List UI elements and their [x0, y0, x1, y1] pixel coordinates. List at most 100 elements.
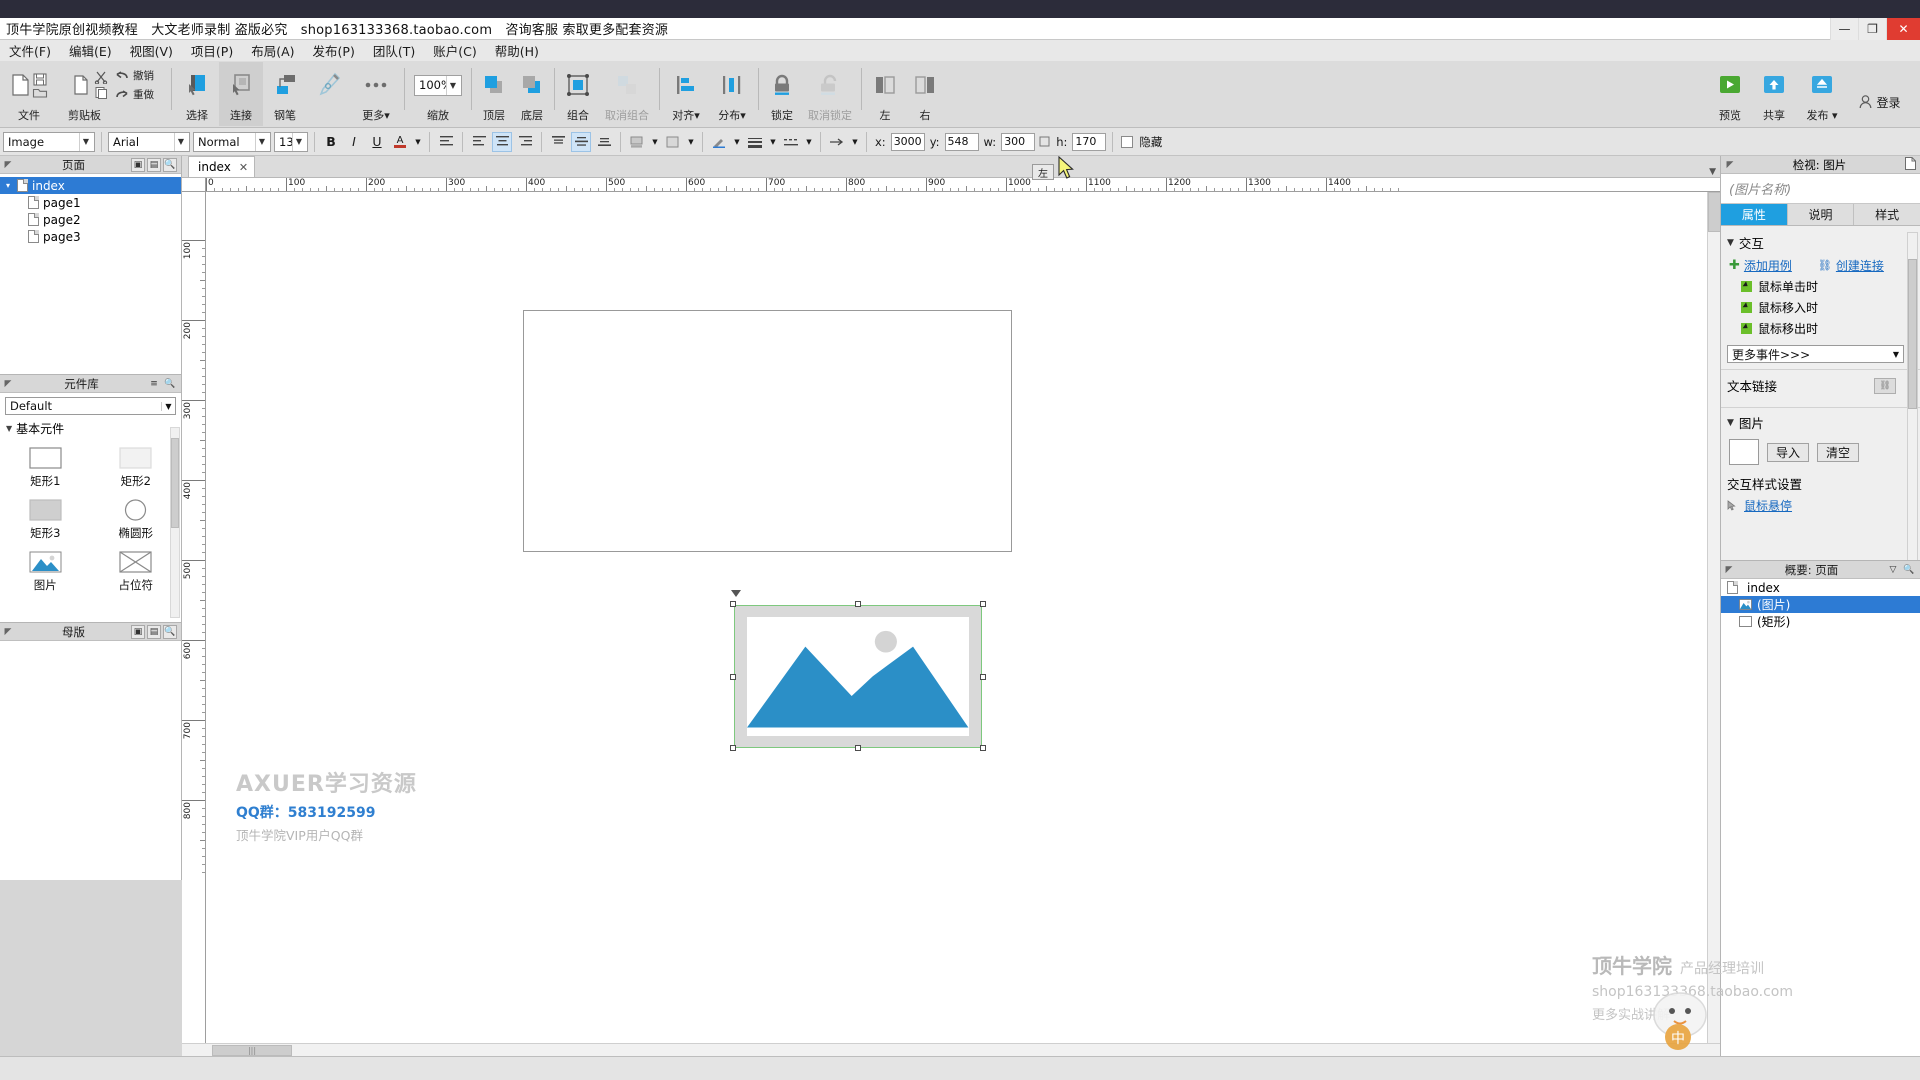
toolbar-zoom-group[interactable]: 100% ▼ 缩放: [408, 62, 468, 126]
line-style-dropdown[interactable]: ▼: [804, 132, 814, 152]
resize-handle-s[interactable]: [855, 745, 861, 751]
font-style-select[interactable]: Normal ▼: [193, 132, 271, 152]
toolbar-group-group[interactable]: 组合: [558, 62, 598, 126]
create-link-link[interactable]: 创建连接: [1836, 257, 1884, 274]
toolbar-more-label[interactable]: 更多▾: [362, 108, 390, 124]
toolbar-login-group[interactable]: 登录: [1848, 62, 1912, 126]
line-width-dropdown[interactable]: ▼: [768, 132, 778, 152]
canvas-image-widget-selection[interactable]: [734, 605, 982, 748]
close-button[interactable]: ✕: [1886, 18, 1920, 40]
tab-notes[interactable]: 说明: [1788, 204, 1855, 225]
h-input[interactable]: 170: [1072, 133, 1106, 151]
panel-collapse-icon[interactable]: ◤: [1721, 160, 1739, 170]
toolbar-file-group[interactable]: 文件: [0, 62, 58, 126]
share-upload-icon[interactable]: [1760, 72, 1788, 98]
add-case-link[interactable]: 添加用例: [1744, 257, 1792, 274]
redo-label[interactable]: 重做: [133, 87, 154, 102]
canvas-rectangle-shape[interactable]: [523, 310, 1012, 552]
toolbar-preview-group[interactable]: 预览: [1708, 62, 1752, 126]
line-color-dropdown[interactable]: ▼: [732, 132, 742, 152]
outline-item-rectangle[interactable]: (矩形): [1721, 613, 1920, 630]
panel-collapse-icon[interactable]: ◤: [0, 627, 16, 637]
align-left-icon[interactable]: [673, 73, 699, 97]
menu-item-publish[interactable]: 发布(P): [304, 39, 364, 62]
maximize-button[interactable]: ❐: [1858, 18, 1886, 40]
text-link-button[interactable]: ⛓: [1874, 378, 1896, 394]
chevron-down-icon[interactable]: ▼: [174, 133, 187, 151]
group-icon[interactable]: [565, 72, 591, 98]
page-tree-item-page1[interactable]: page1: [0, 194, 181, 211]
menu-item-help[interactable]: 帮助(H): [486, 39, 548, 62]
line-width-button[interactable]: [745, 132, 765, 152]
horizontal-ruler[interactable]: 0100200300400500600700800900100011001200…: [206, 178, 1720, 192]
underline-button[interactable]: U: [367, 132, 387, 152]
object-name-field[interactable]: (图片名称): [1721, 174, 1920, 204]
add-master-folder-icon[interactable]: ▤: [147, 625, 161, 639]
tab-style[interactable]: 样式: [1854, 204, 1920, 225]
chevron-down-icon[interactable]: ▼: [161, 402, 175, 411]
tabbar-right-controls[interactable]: ▼: [1709, 167, 1720, 177]
widget-item-image[interactable]: 图片: [0, 545, 91, 597]
toolbar-share-group[interactable]: 共享: [1752, 62, 1796, 126]
chevron-down-icon[interactable]: ▼: [1727, 238, 1734, 248]
page-tree-item-page3[interactable]: page3: [0, 228, 181, 245]
chevron-down-icon[interactable]: ▼: [1709, 167, 1716, 177]
widget-item-rect3[interactable]: 矩形3: [0, 493, 91, 545]
gradient-button[interactable]: [663, 132, 683, 152]
widget-group-header[interactable]: ▼ 基本元件: [0, 417, 181, 439]
new-file-icon[interactable]: [11, 73, 31, 97]
menu-item-layout[interactable]: 布局(A): [242, 39, 303, 62]
toolbar-shape-group[interactable]: 钢笔: [263, 62, 307, 126]
chevron-down-icon[interactable]: ▼: [255, 133, 268, 151]
hover-style-link[interactable]: 鼠标悬停: [1744, 497, 1792, 514]
font-size-select[interactable]: 13 ▼: [274, 132, 308, 152]
widgets-menu-icon[interactable]: ≡: [147, 377, 161, 391]
connect-tool-icon[interactable]: [227, 71, 255, 99]
tree-expander[interactable]: ▾: [6, 181, 17, 190]
line-color-button[interactable]: [709, 132, 729, 152]
distribute-horizontal-icon[interactable]: [719, 73, 745, 97]
event-row-onclick[interactable]: 鼠标单击时: [1721, 276, 1920, 297]
share-label[interactable]: 共享: [1763, 108, 1785, 124]
event-row-onmouseleave[interactable]: 鼠标移出时: [1721, 318, 1920, 339]
widget-item-rect1[interactable]: 矩形1: [0, 441, 91, 493]
undo-arrow-icon[interactable]: [115, 70, 129, 81]
text-link-row[interactable]: 文本链接 ⛓: [1721, 370, 1920, 401]
toolbar-pen-group[interactable]: [307, 62, 351, 126]
vertical-ruler[interactable]: 100200300400500600700800: [182, 192, 206, 1056]
hidden-checkbox[interactable]: [1121, 136, 1133, 148]
toolbar-lock-group[interactable]: 锁定: [762, 62, 802, 126]
canvas-horizontal-scrollbar[interactable]: |||: [182, 1043, 1720, 1056]
add-master-icon[interactable]: ▣: [131, 625, 145, 639]
resize-handle-nw[interactable]: [730, 601, 736, 607]
line-style-button[interactable]: [781, 132, 801, 152]
copy-icon[interactable]: [94, 86, 109, 99]
main-toolbar[interactable]: 文件: [0, 62, 1920, 128]
resize-handle-se[interactable]: [980, 745, 986, 751]
preview-play-icon[interactable]: [1716, 72, 1744, 98]
plus-icon[interactable]: ✚: [1729, 258, 1740, 273]
chevron-down-icon[interactable]: ▼: [1727, 418, 1734, 428]
login-label[interactable]: 登录: [1876, 94, 1900, 111]
pages-panel-actions[interactable]: ▣ ▤ 🔍: [131, 158, 181, 172]
menu-item-team[interactable]: 团队(T): [364, 39, 424, 62]
toolbar-connect-group[interactable]: 连接: [219, 62, 263, 126]
canvas-tab-index[interactable]: index ✕: [188, 156, 255, 177]
more-events-select[interactable]: 更多事件>>> ▼: [1727, 345, 1904, 363]
pages-tree[interactable]: ▾ index page1 page2 page3: [0, 174, 181, 245]
canvas-image-widget[interactable]: [734, 605, 982, 748]
image-controls-row[interactable]: 导入 清空: [1721, 435, 1920, 471]
align-tooltip[interactable]: 左: [1032, 164, 1054, 180]
chevron-down-icon[interactable]: ▼: [6, 424, 12, 433]
save-icon[interactable]: [32, 72, 48, 86]
panel-collapse-icon[interactable]: ◤: [0, 379, 16, 389]
event-row-onmouseenter[interactable]: 鼠标移入时: [1721, 297, 1920, 318]
canvas-vertical-scrollbar[interactable]: [1707, 192, 1720, 1043]
widget-item-placeholder[interactable]: 占位符: [91, 545, 182, 597]
chevron-down-icon[interactable]: ▼: [446, 76, 459, 95]
widgets-grid[interactable]: 矩形1 矩形2 矩形3 椭圆形: [0, 439, 181, 597]
resize-handle-sw[interactable]: [730, 745, 736, 751]
x-input[interactable]: 3000: [891, 133, 925, 151]
inspector-scroll-thumb[interactable]: [1908, 259, 1917, 409]
widget-item-ellipse[interactable]: 椭圆形: [91, 493, 182, 545]
